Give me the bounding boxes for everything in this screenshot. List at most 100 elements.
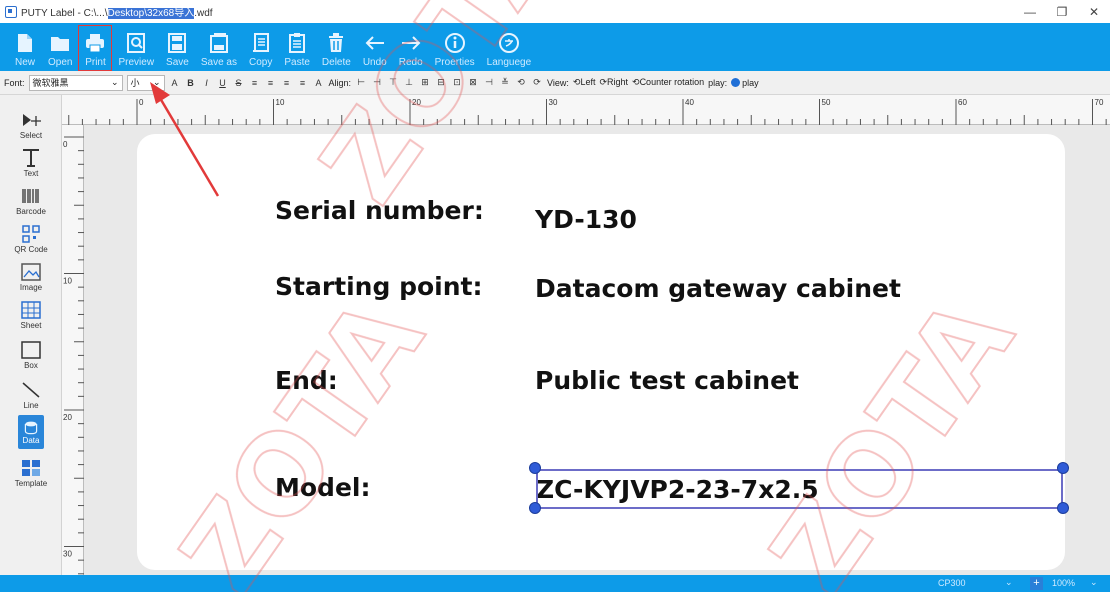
save-as-button[interactable]: Save as <box>195 25 243 71</box>
resize-handle-bottom-right[interactable] <box>1057 502 1069 514</box>
same-width-icon[interactable]: ⊡ <box>451 76 463 90</box>
open-button[interactable]: Open <box>42 25 78 71</box>
zoom-level[interactable]: 100% <box>1052 578 1075 588</box>
tool-label: Box <box>24 361 38 370</box>
format-toolbar: Font: 微软雅黑 ⌄ 小 ⌄ A B I U S ≡ ≡ ≡ ≡ A Ali… <box>0 71 1110 95</box>
font-size-select[interactable]: 小 ⌄ <box>126 74 165 91</box>
play-button-label: play <box>742 77 759 88</box>
italic-icon[interactable]: I <box>201 76 213 90</box>
ruler-label: 30 <box>549 98 558 107</box>
font-shrink-icon[interactable]: A <box>313 76 325 90</box>
language-button[interactable]: Languege <box>481 25 538 71</box>
same-height-icon[interactable]: ⊠ <box>467 76 479 90</box>
align-left-icon[interactable]: ≡ <box>249 76 261 90</box>
tool-line[interactable]: Line <box>4 379 58 410</box>
align-center-icon[interactable]: ≡ <box>265 76 277 90</box>
bold-icon[interactable]: B <box>185 76 197 90</box>
underline-icon[interactable]: U <box>217 76 229 90</box>
align-label: Align: <box>328 77 352 88</box>
language-icon <box>498 33 519 53</box>
model-key-text[interactable]: Model: <box>275 473 370 502</box>
copy-icon <box>252 33 269 52</box>
ruler-label: 20 <box>412 98 421 107</box>
serial-value-text[interactable]: YD-130 <box>535 205 637 234</box>
counter-rotation-icon: ⟲ <box>632 77 640 87</box>
template-icon <box>19 457 43 479</box>
distribute-v-icon[interactable]: ≚ <box>499 76 511 90</box>
tool-select[interactable]: Select <box>4 109 58 140</box>
tool-template[interactable]: Template <box>4 457 58 488</box>
distribute-h-icon[interactable]: ⊣ <box>483 76 495 90</box>
arrow-left-icon <box>365 36 384 50</box>
align-hcenter-icon[interactable]: ⊞ <box>419 76 431 90</box>
tool-panel: Select Text Barcode QR Code Image Sheet … <box>0 95 62 575</box>
tool-image[interactable]: Image <box>4 261 58 292</box>
align-objects-bottom-icon[interactable]: ⊥ <box>403 76 415 90</box>
tool-data[interactable]: Data <box>4 415 58 449</box>
undo-button[interactable]: Undo <box>357 25 393 71</box>
save-button[interactable]: Save <box>160 25 195 71</box>
font-grow-icon[interactable]: A <box>169 76 181 90</box>
copy-button[interactable]: Copy <box>243 25 278 71</box>
start-value-text[interactable]: Datacom gateway cabinet <box>535 274 901 303</box>
selection-box[interactable] <box>536 469 1063 509</box>
new-file-icon <box>18 34 32 52</box>
serial-key-text[interactable]: Serial number: <box>275 196 484 225</box>
align-vcenter-icon[interactable]: ⊟ <box>435 76 447 90</box>
preview-button[interactable]: Preview <box>112 25 160 71</box>
redo-button[interactable]: Redo <box>393 25 429 71</box>
qr-code-icon <box>19 223 43 245</box>
align-right-icon[interactable]: ≡ <box>281 76 293 90</box>
resize-handle-top-right[interactable] <box>1057 462 1069 474</box>
rotate-left-button[interactable]: ⟲Left <box>573 77 596 88</box>
align-objects-left-icon[interactable]: ⊢ <box>355 76 367 90</box>
ruler-label: 70 <box>1095 98 1104 107</box>
delete-button[interactable]: Delete <box>316 25 357 71</box>
tool-label: Barcode <box>16 207 46 216</box>
tool-box[interactable]: Box <box>4 339 58 370</box>
tool-qrcode[interactable]: QR Code <box>4 223 58 254</box>
tool-text[interactable]: Text <box>4 147 58 178</box>
maximize-button[interactable]: ❐ <box>1046 0 1078 23</box>
resize-handle-bottom-left[interactable] <box>529 502 541 514</box>
ruler-label: 50 <box>822 98 831 107</box>
end-key-text[interactable]: End: <box>275 366 338 395</box>
new-button[interactable]: New <box>8 25 42 71</box>
folder-icon <box>51 37 70 51</box>
strikethrough-icon[interactable]: S <box>233 76 245 90</box>
printer-name[interactable]: CP300 <box>938 578 966 588</box>
align-justify-icon[interactable]: ≡ <box>297 76 309 90</box>
align-objects-top-icon[interactable]: ⊤ <box>387 76 399 90</box>
end-value-text[interactable]: Public test cabinet <box>535 366 799 395</box>
counter-rotation-label: Counter rotation <box>639 77 705 87</box>
rotate-right-button[interactable]: ⟳Right <box>599 77 628 88</box>
resize-handle-top-left[interactable] <box>529 462 541 474</box>
rotate-icon[interactable]: ⟲ <box>515 76 527 90</box>
rotate-right-label: Right <box>607 77 629 87</box>
flip-icon[interactable]: ⟳ <box>531 76 543 90</box>
counter-rotation-button[interactable]: ⟲Counter rotation <box>632 77 704 88</box>
database-icon <box>24 421 38 434</box>
arrow-right-icon <box>401 36 421 50</box>
window-controls: — ❐ ✕ <box>1014 0 1110 23</box>
save-icon <box>168 33 187 53</box>
app-window: PUTY Label - C:\...\Desktop\32x68导入.wdf … <box>0 0 1110 592</box>
print-button[interactable]: Print <box>78 25 113 71</box>
tool-sheet[interactable]: Sheet <box>4 299 58 330</box>
zoom-in-icon[interactable]: + <box>1030 577 1043 590</box>
chevron-down-icon[interactable]: ⌄ <box>1005 577 1013 588</box>
title-suffix: .wdf <box>194 8 213 19</box>
tool-label: Sheet <box>20 321 42 330</box>
tool-barcode[interactable]: Barcode <box>4 185 58 216</box>
align-objects-right-icon[interactable]: ⊣ <box>371 76 383 90</box>
close-button[interactable]: ✕ <box>1078 0 1110 23</box>
start-key-text[interactable]: Starting point: <box>275 272 482 301</box>
properties-button[interactable]: Proerties <box>429 25 481 71</box>
paste-button[interactable]: Paste <box>278 25 316 71</box>
font-family-select[interactable]: 微软雅黑 ⌄ <box>28 74 123 91</box>
table-icon <box>19 299 43 321</box>
minimize-button[interactable]: — <box>1014 0 1046 23</box>
play-button[interactable]: play <box>731 78 759 88</box>
font-label: Font: <box>4 77 25 88</box>
chevron-down-icon[interactable]: ⌄ <box>1090 577 1098 588</box>
